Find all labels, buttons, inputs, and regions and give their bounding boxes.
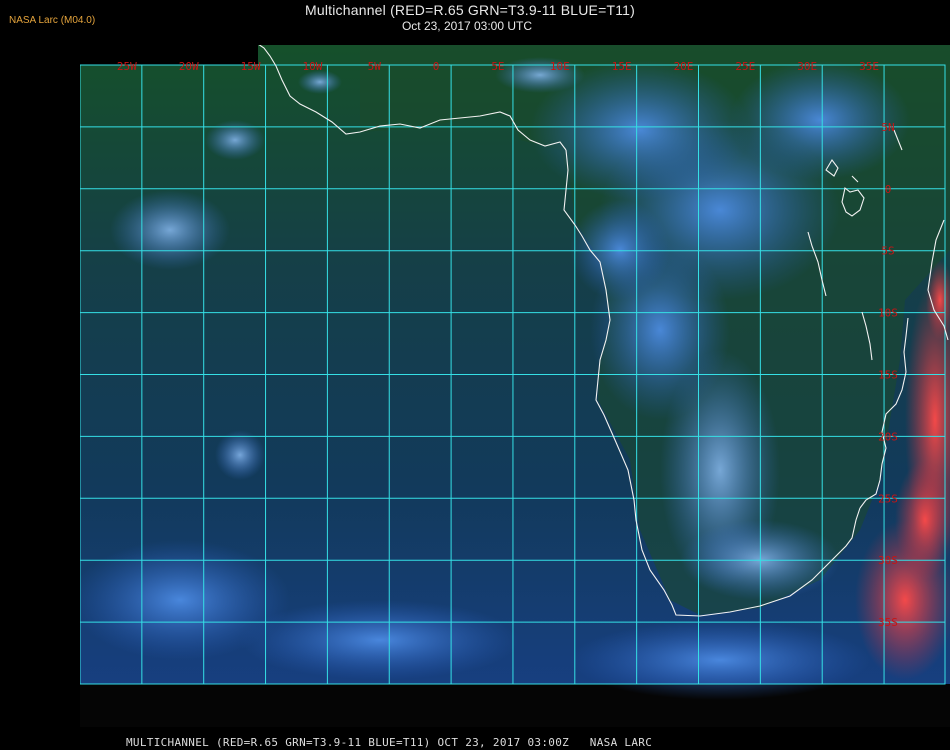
latitude-label: 0 [885, 183, 892, 196]
longitude-label: 10E [550, 60, 570, 73]
longitude-label: 35E [859, 60, 879, 73]
longitude-label: 15E [612, 60, 632, 73]
latitude-label: 35S [878, 616, 898, 629]
satellite-map: 25W 20W 15W 10W 5W 0 5E 10E 15E 20E 25E 30E 35E 5N 0 5… [80, 45, 950, 727]
latitude-label: 30S [878, 554, 898, 567]
longitude-label: 20W [179, 60, 199, 73]
longitude-label: 5E [491, 60, 504, 73]
latitude-label: 25S [878, 492, 898, 505]
image-title: Multichannel (RED=R.65 GRN=T3.9-11 BLUE=… [304, 2, 636, 18]
image-timestamp: Oct 23, 2017 03:00 UTC [401, 19, 533, 33]
latitude-label: 15S [878, 369, 898, 382]
imagery-layer [80, 45, 950, 727]
longitude-label: 5W [368, 60, 382, 73]
footer-caption: MULTICHANNEL (RED=R.65 GRN=T3.9-11 BLUE=… [126, 736, 653, 749]
latitude-label: 10S [878, 307, 898, 320]
latitude-label: 5N [881, 121, 894, 134]
longitude-label: 15W [241, 60, 261, 73]
longitude-label: 0 [433, 60, 440, 73]
latitude-label: 5S [881, 245, 894, 258]
latitude-label: 20S [878, 430, 898, 443]
longitude-label: 10W [302, 60, 322, 73]
longitude-label: 30E [797, 60, 817, 73]
longitude-label: 25W [117, 60, 137, 73]
longitude-label: 25E [735, 60, 755, 73]
longitude-label: 20E [674, 60, 694, 73]
